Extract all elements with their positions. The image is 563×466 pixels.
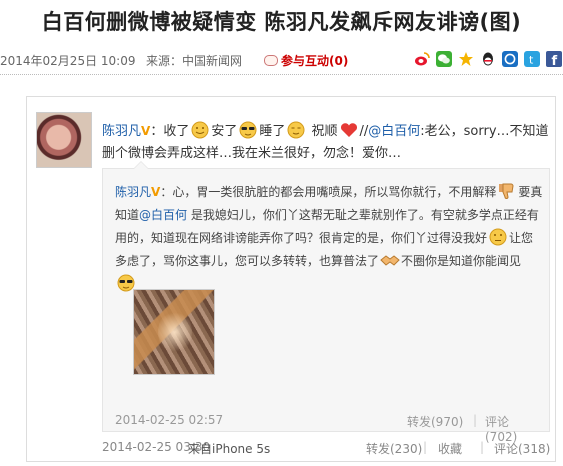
- post-mention-link[interactable]: @白百何: [368, 124, 420, 139]
- tencent-weibo-share-icon[interactable]: t: [524, 51, 540, 67]
- comment-link[interactable]: 评论(318): [494, 440, 550, 457]
- post-text-3: 睡了: [259, 124, 286, 139]
- article-meta: 2014年02月25日 10:09 来源：中国新闻网 参与互动(0): [0, 50, 563, 68]
- original-repost-link[interactable]: 转发(970): [407, 413, 463, 430]
- post-photo-thumbnail[interactable]: [133, 289, 215, 375]
- verified-badge: V: [141, 124, 151, 138]
- qq-share-icon[interactable]: [480, 51, 496, 67]
- heart-icon: [340, 123, 357, 137]
- weibo-share-icon[interactable]: [414, 51, 430, 67]
- original-post-time[interactable]: 2014-02-25 02:57: [115, 413, 223, 427]
- post-device[interactable]: iPhone 5s: [212, 442, 270, 456]
- footer-separator: |: [423, 440, 428, 454]
- original-footer-separator: |: [473, 413, 478, 427]
- original-verified-badge: V: [151, 185, 161, 199]
- original-post-text: 陈羽凡V：心，胃一类很肮脏的都会用嘴喷屎，所以骂你就行，不用解释 要真知道@白百何…: [115, 181, 543, 296]
- svg-text:t: t: [529, 54, 534, 67]
- handshake-emoticon-icon: [380, 255, 400, 266]
- smile-emoticon-icon: [191, 121, 209, 139]
- svg-text:f: f: [552, 54, 558, 67]
- join-discussion-label: 参与互动(0): [281, 54, 349, 68]
- footer-separator: |: [480, 440, 485, 454]
- meta-divider: [0, 74, 563, 75]
- weibo-post-text: 陈羽凡V：收了 安了 睡了 祝顺//@白百何:老公，sorry…不知道删个微博会弄成…: [102, 120, 552, 165]
- favorite-link[interactable]: 收藏: [438, 440, 462, 457]
- post-text-2: 安了: [211, 124, 238, 139]
- article-source: 来源：中国新闻网: [146, 54, 243, 68]
- article-date: 2014年02月25日 10:09: [0, 54, 136, 68]
- thumbs-down-emoticon-icon: [499, 183, 514, 199]
- post-source: 来自iPhone 5s: [188, 440, 270, 457]
- comment-bubble-icon: [264, 55, 278, 66]
- post-source-prefix: 来自: [188, 442, 213, 456]
- qzone-share-icon[interactable]: [458, 51, 474, 67]
- original-text-1: ：心，胃一类很肮脏的都会用嘴喷屎，所以骂你就行，不用解释: [160, 185, 497, 199]
- repost-link[interactable]: 转发(230): [366, 440, 422, 457]
- thinking-emoticon-icon: [489, 228, 507, 246]
- original-username[interactable]: 陈羽凡: [115, 185, 151, 199]
- renren-share-icon[interactable]: [502, 51, 518, 67]
- reposted-original: 陈羽凡V：心，胃一类很肮脏的都会用嘴喷屎，所以骂你就行，不用解释 要真知道@白百何…: [102, 161, 550, 444]
- article-title: 白百何删微博被疑情变 陈羽凡发飙斥网友诽谤(图): [41, 10, 522, 34]
- original-text-5: 不圈你是知道你能闻见: [401, 254, 522, 268]
- facebook-share-icon[interactable]: f: [546, 51, 562, 69]
- post-text-1: ：收了: [150, 124, 190, 139]
- post-text-4: 祝顺: [307, 124, 338, 139]
- wechat-share-icon[interactable]: [436, 51, 452, 67]
- photo-highlight: [158, 310, 192, 354]
- post-text-5: //: [359, 124, 369, 139]
- join-discussion-link[interactable]: 参与互动(0): [264, 52, 348, 69]
- cool-sunglasses-emoticon-icon: [239, 121, 257, 139]
- original-mention-link[interactable]: @白百何: [139, 208, 187, 222]
- post-username[interactable]: 陈羽凡: [102, 124, 141, 139]
- user-avatar[interactable]: [36, 112, 92, 168]
- content-emoticon-icon: [287, 121, 305, 139]
